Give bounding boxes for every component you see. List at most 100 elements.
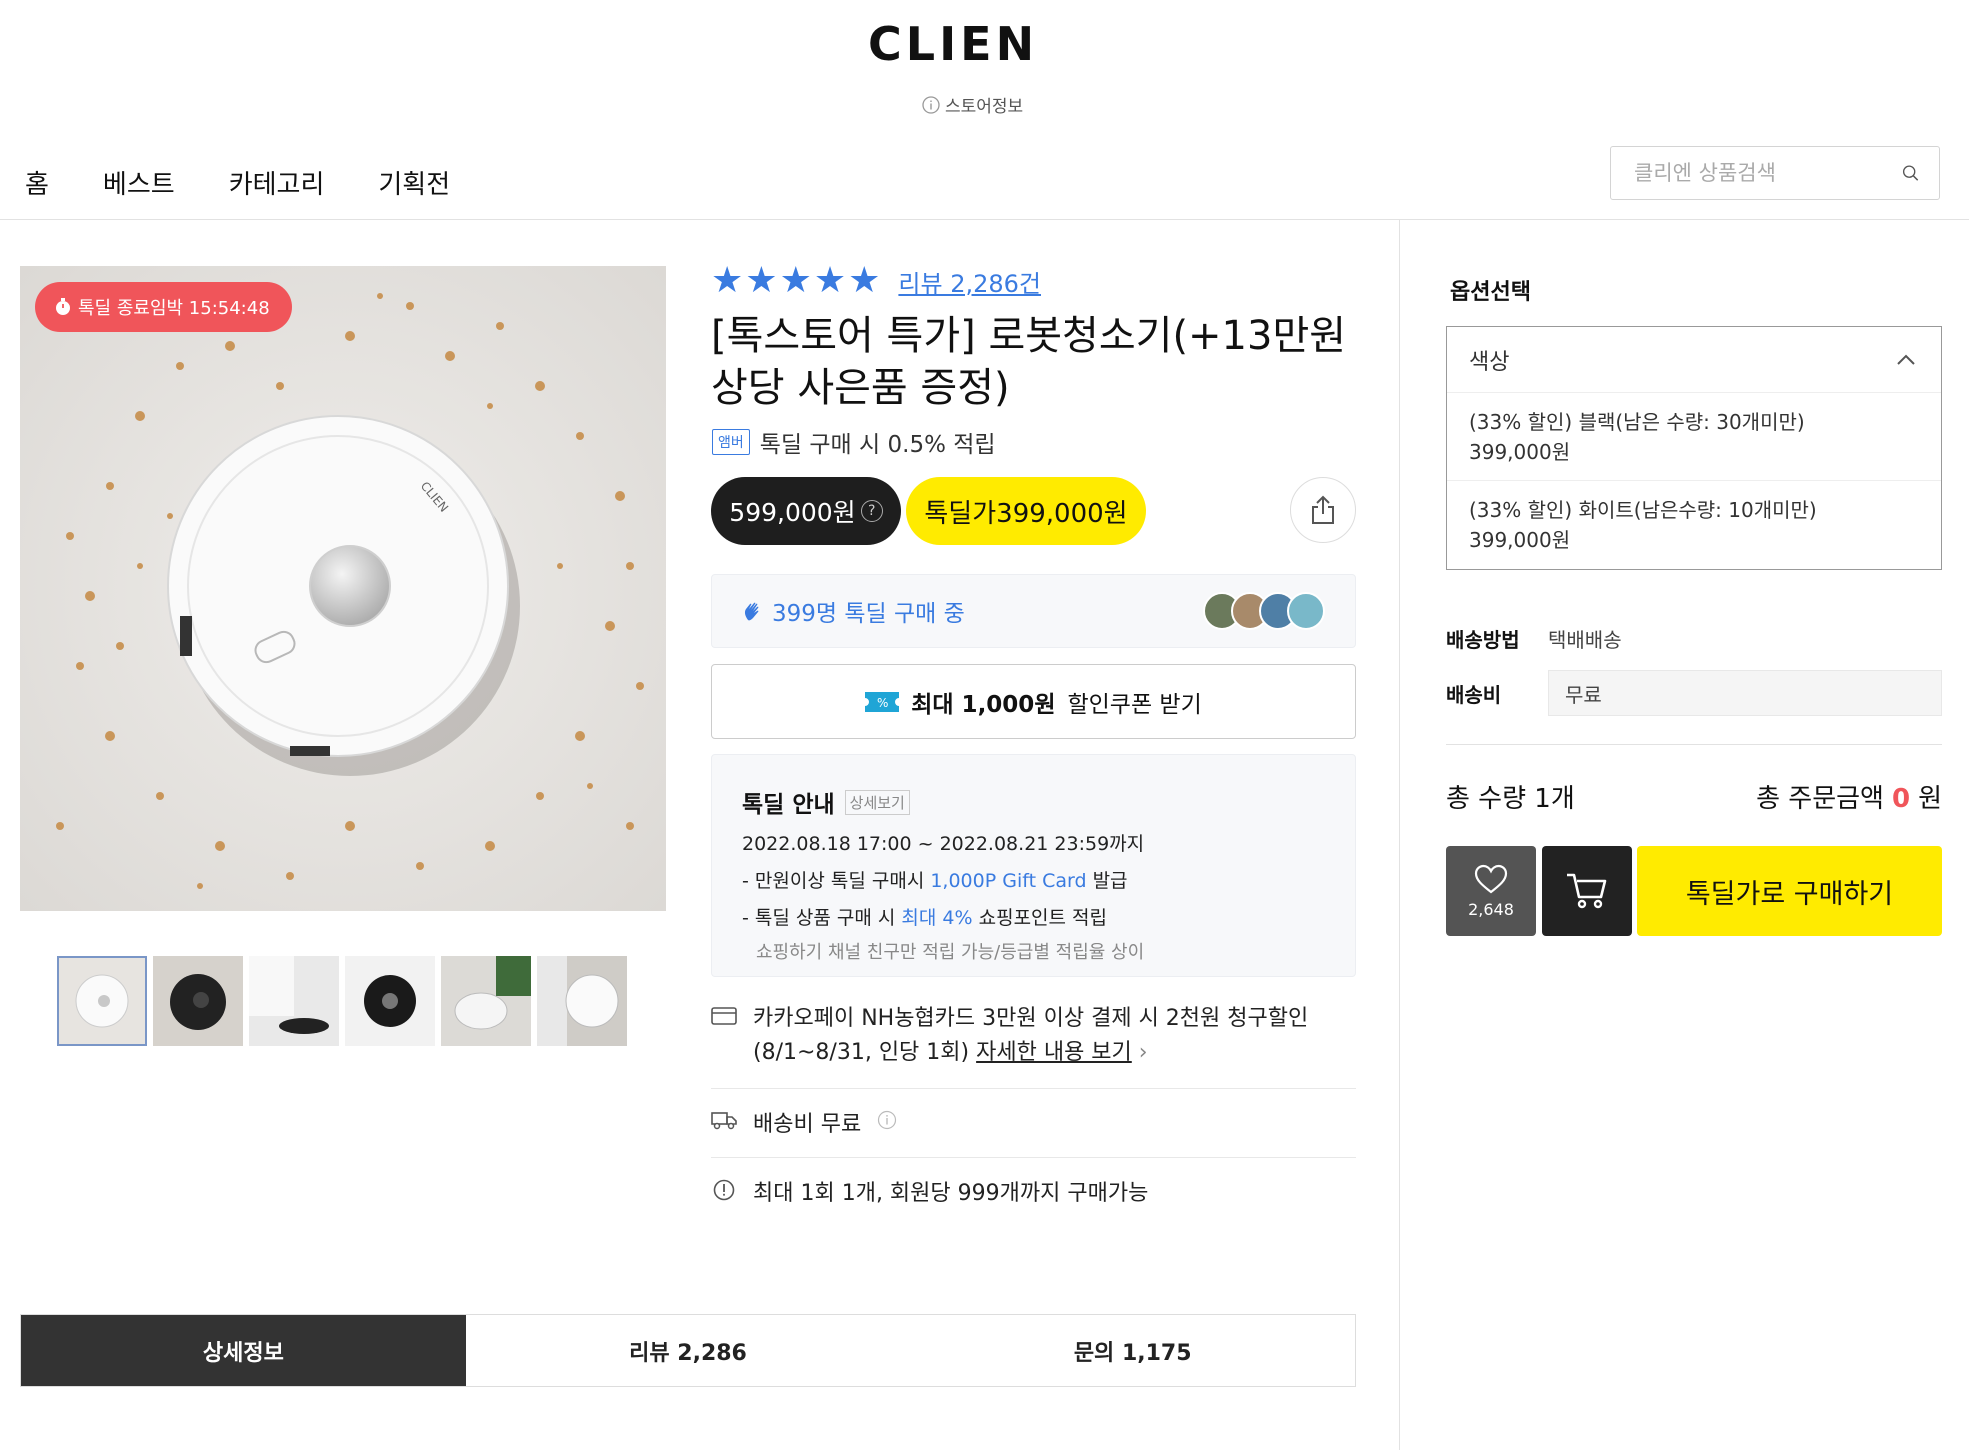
like-button[interactable]: 2,648	[1446, 846, 1536, 936]
alert-icon	[713, 1179, 735, 1201]
coupon-amount: 최대 1,000원	[911, 691, 1056, 718]
nav-category[interactable]: 카테고리	[229, 164, 325, 201]
truck-icon	[711, 1112, 737, 1130]
option-name: (33% 할인) 화이트(남은수량: 10개미만)	[1469, 498, 1817, 522]
share-icon	[1312, 495, 1334, 524]
coupon-label: 할인쿠폰 받기	[1067, 691, 1202, 718]
store-info-link[interactable]: 스토어정보	[922, 92, 1023, 117]
option-dropdown-header[interactable]: 색상	[1447, 327, 1941, 393]
buy-deal-button[interactable]: 톡딜가로 구매하기	[1637, 846, 1942, 936]
review-count-link[interactable]: 리뷰 2,286건	[898, 264, 1041, 299]
buying-now-box: 399명 톡딜 구매 중	[711, 574, 1356, 648]
card-promo-row: 카카오페이 NH농협카드 3만원 이상 결제 시 2천원 청구할인 (8/1~8…	[711, 1002, 1356, 1070]
store-info-label: 스토어정보	[945, 97, 1024, 117]
tab-inquiries[interactable]: 문의 1,175	[910, 1315, 1355, 1386]
amber-badge: 앰버	[712, 429, 750, 455]
credit-card-icon	[711, 1007, 737, 1025]
row-divider	[711, 1088, 1356, 1089]
tab-details[interactable]: 상세정보	[21, 1315, 466, 1386]
card-promo-period: (8/1~8/31, 인당 1회)	[753, 1040, 977, 1065]
option-item-white[interactable]: (33% 할인) 화이트(남은수량: 10개미만) 399,000원	[1447, 481, 1941, 569]
amber-reward-text: 톡딜 구매 시 0.5% 적립	[759, 432, 996, 458]
purchase-limit-text: 최대 1회 1개, 회원당 999개까지 구매가능	[753, 1181, 1149, 1206]
buying-now-text: 399명 톡딜 구매 중	[772, 601, 965, 627]
card-promo-text: 카카오페이 NH농협카드 3만원 이상 결제 시 2천원 청구할인	[753, 1006, 1309, 1031]
deal-price-pill: 톡딜가399,000원	[906, 477, 1146, 545]
main-nav: 홈 베스트 카테고리 기획전	[25, 164, 504, 201]
ship-fee-row: 배송비 무료	[1446, 670, 1942, 716]
share-button[interactable]	[1290, 477, 1356, 543]
order-totals: 총 수량 1개 총 주문금액 0 원	[1446, 778, 1942, 815]
total-quantity: 총 수량 1개	[1446, 784, 1575, 814]
deal-timer-badge: 톡딜 종료임박 15:54:48	[35, 282, 292, 332]
star-icon: ★	[711, 260, 744, 301]
question-icon: ?	[860, 500, 883, 522]
svg-text:%: %	[877, 696, 888, 710]
info-icon	[922, 95, 940, 114]
chevron-right-icon: ›	[1138, 1040, 1148, 1065]
deal-timer-label: 톡딜 종료임박 15:54:48	[78, 298, 270, 319]
option-item-black[interactable]: (33% 할인) 블랙(남은 수량: 30개미만) 399,000원	[1447, 393, 1941, 481]
store-logo[interactable]: CLIEN	[868, 22, 1090, 64]
option-price: 399,000원	[1469, 528, 1571, 552]
product-main-image[interactable]: CLIEN	[20, 266, 666, 911]
nav-exhibition[interactable]: 기획전	[378, 164, 450, 201]
cart-icon	[1567, 873, 1607, 909]
deal-detail-link[interactable]: 상세보기	[844, 789, 910, 815]
deal-period: 2022.08.18 17:00 ~ 2022.08.21 23:59까지	[742, 833, 1145, 855]
nav-home[interactable]: 홈	[25, 164, 49, 201]
tab-reviews[interactable]: 리뷰 2,286	[466, 1315, 911, 1386]
clien-logo: CLIEN	[868, 22, 1034, 64]
sidebar-divider-line	[1446, 744, 1942, 745]
chevron-up-icon	[1897, 354, 1915, 365]
regular-price: 599,000원	[729, 498, 856, 527]
stopwatch-icon	[56, 298, 70, 315]
thumbnail-5[interactable]	[441, 956, 531, 1046]
search-input[interactable]	[1634, 161, 1902, 185]
card-promo-link[interactable]: 자세한 내용 보기	[976, 1040, 1132, 1065]
product-title: [톡스토어 특가] 로봇청소기(+13만원 상당 사은품 증정)	[711, 313, 1347, 411]
star-icon: ★	[745, 260, 778, 301]
rating-row: ★ ★ ★ ★ ★ 리뷰 2,286건	[711, 263, 1041, 299]
coupon-icon: %	[865, 691, 900, 712]
row-divider	[711, 1157, 1356, 1158]
sidebar-divider	[1399, 220, 1400, 1450]
shipping-row: 배송비 무료	[711, 1106, 1356, 1138]
ship-method-row: 배송방법 택배배송	[1446, 624, 1622, 653]
hand-wave-icon	[744, 602, 759, 621]
buyer-avatars	[1203, 592, 1325, 630]
deal-benefit-note: 쇼핑하기 채널 친구만 적립 가능/등급별 적립율 상이	[756, 942, 1145, 963]
avatar	[1287, 592, 1325, 630]
heart-icon	[1474, 864, 1508, 893]
total-amount-value: 0	[1891, 784, 1911, 814]
thumbnail-3[interactable]	[249, 956, 339, 1046]
info-icon[interactable]	[877, 1110, 897, 1130]
amber-reward-row: 앰버 톡딜 구매 시 0.5% 적립	[712, 425, 996, 459]
option-select-title: 옵션선택	[1450, 280, 1531, 305]
coupon-button[interactable]: % 최대 1,000원 할인쿠폰 받기	[711, 664, 1356, 739]
option-name: (33% 할인) 블랙(남은 수량: 30개미만)	[1469, 410, 1805, 434]
option-header-label: 색상	[1469, 349, 1510, 375]
thumbnail-4[interactable]	[345, 956, 435, 1046]
thumbnail-strip	[57, 956, 627, 1046]
deal-benefit-2: - 톡딜 상품 구매 시 최대 4% 쇼핑포인트 적립	[742, 907, 1108, 929]
header-divider	[0, 219, 1969, 220]
star-icon: ★	[848, 260, 881, 301]
ship-method-value: 택배배송	[1548, 628, 1622, 652]
nav-best[interactable]: 베스트	[103, 164, 175, 201]
total-amount: 총 주문금액 0 원	[1756, 784, 1942, 814]
deal-info-box: 톡딜 안내 상세보기 2022.08.18 17:00 ~ 2022.08.21…	[711, 754, 1356, 977]
ship-method-label: 배송방법	[1446, 628, 1520, 652]
detail-tabs: 상세정보 리뷰 2,286 문의 1,175	[20, 1314, 1356, 1387]
regular-price-pill[interactable]: 599,000원 ?	[711, 477, 901, 545]
thumbnail-6[interactable]	[537, 956, 627, 1046]
star-icon: ★	[779, 260, 812, 301]
search-icon[interactable]	[1902, 160, 1919, 186]
cart-button[interactable]	[1542, 846, 1632, 936]
like-count: 2,648	[1468, 899, 1514, 919]
thumbnail-1[interactable]	[57, 956, 147, 1046]
ship-fee-label: 배송비	[1446, 682, 1502, 707]
thumbnail-2[interactable]	[153, 956, 243, 1046]
search-box	[1610, 146, 1940, 200]
purchase-limit-row: 최대 1회 1개, 회원당 999개까지 구매가능	[711, 1175, 1356, 1207]
